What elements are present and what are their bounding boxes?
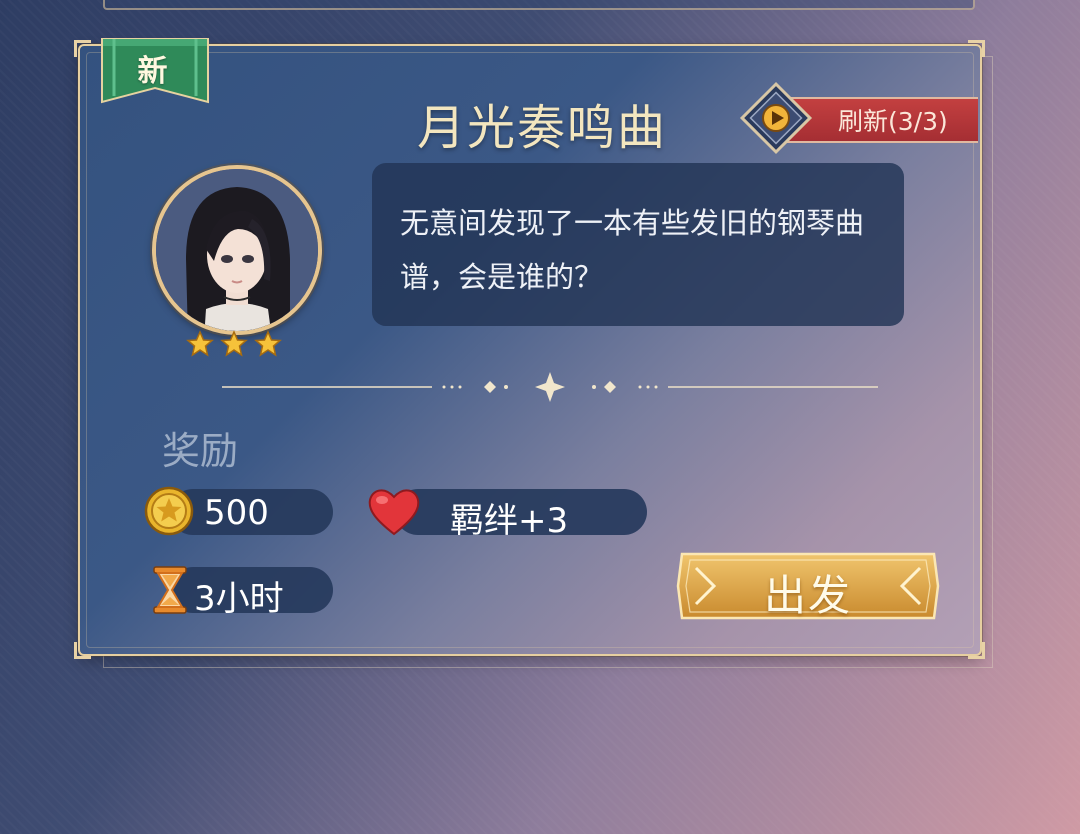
- card-corner-top-left: [74, 40, 91, 57]
- new-ribbon-badge: 新: [100, 38, 210, 104]
- star-icon: [220, 330, 248, 357]
- card-corner-bottom-left: [74, 642, 91, 659]
- coin-reward-value: 500: [204, 493, 269, 533]
- ornament-divider: [222, 372, 878, 402]
- quest-description: 无意间发现了一本有些发旧的钢琴曲谱，会是谁的？: [400, 206, 865, 294]
- depart-button[interactable]: 出发: [676, 544, 940, 628]
- star-icon: [186, 330, 214, 357]
- rarity-stars: [186, 330, 282, 357]
- refresh-label: 刷新(3/3): [838, 107, 948, 136]
- quest-title: 月光奏鸣曲: [416, 100, 667, 156]
- character-portrait[interactable]: [152, 165, 322, 335]
- bond-reward-value: 羁绊+3: [450, 501, 569, 541]
- duration-value: 3小时: [194, 579, 284, 619]
- heart-icon: [368, 489, 420, 536]
- star-icon: [254, 330, 282, 357]
- depart-button-label: 出发: [763, 571, 852, 620]
- character-avatar-icon: [156, 169, 318, 331]
- coin-icon: [144, 486, 194, 536]
- play-icon: [739, 81, 813, 155]
- reward-heading: 奖励: [162, 429, 239, 473]
- hourglass-icon: [153, 566, 187, 614]
- card-corner-bottom-right: [968, 642, 985, 659]
- new-badge-label: 新: [137, 54, 169, 89]
- refresh-button[interactable]: 刷新(3/3): [738, 80, 980, 156]
- previous-card-edge: [103, 0, 975, 10]
- card-corner-top-right: [968, 40, 985, 57]
